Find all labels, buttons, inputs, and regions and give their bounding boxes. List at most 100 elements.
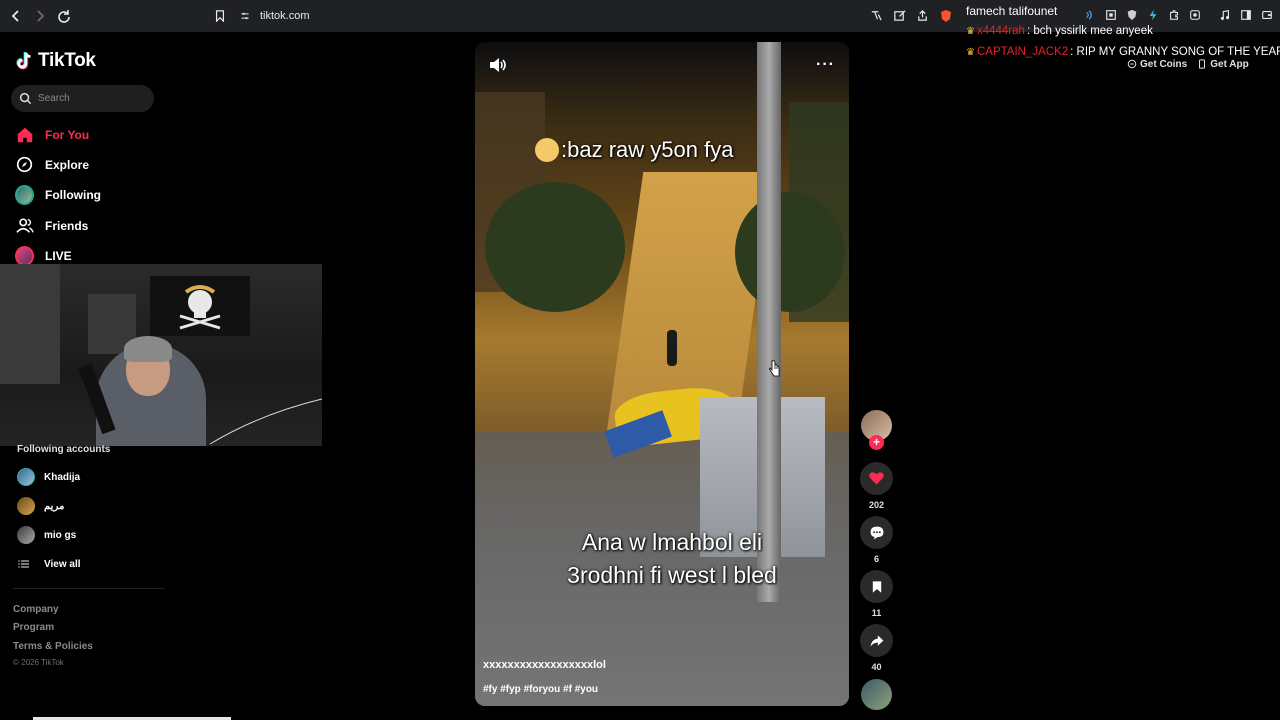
tiktok-note-icon [16, 52, 31, 70]
compass-icon [15, 155, 34, 174]
get-coins-label: Get Coins [1140, 58, 1188, 70]
music-disc[interactable] [861, 679, 892, 710]
video-player[interactable]: ··· :baz raw y5on fya Ana w lmahbol eli … [475, 42, 849, 706]
search-input[interactable]: Search [11, 85, 154, 112]
video-scene-pole [757, 42, 781, 602]
more-options-icon[interactable]: ··· [816, 56, 835, 74]
chat-username: x4444rah [976, 25, 1025, 37]
comment-count: 6 [873, 554, 879, 564]
share-icon[interactable] [916, 9, 929, 22]
get-app-label: Get App [1210, 58, 1249, 70]
share-arrow-icon [870, 634, 883, 647]
get-coins-button[interactable]: Get Coins [1127, 56, 1187, 72]
back-button[interactable] [6, 6, 26, 26]
puzzle-icon[interactable] [1168, 9, 1180, 21]
reload-button[interactable] [54, 6, 74, 26]
home-icon [15, 125, 34, 144]
hand-cursor-icon [769, 360, 780, 377]
list-icon [18, 560, 29, 568]
url-text: tiktok.com [260, 10, 310, 22]
tiktok-logo[interactable]: TikTok [16, 50, 96, 72]
video-caption-bottom: Ana w lmahbol eli 3rodhni fi west l bled [475, 526, 849, 592]
chat-message: famech talifounet [966, 4, 1057, 18]
comment-button[interactable] [860, 516, 893, 549]
view-all-label: View all [44, 558, 81, 570]
sidebar-item-label: Friends [45, 218, 89, 233]
edit-icon[interactable] [893, 9, 906, 22]
address-bar-actions [870, 9, 953, 23]
footer-link-company[interactable]: Company [13, 604, 59, 615]
chevron-right-icon [37, 10, 45, 22]
search-placeholder: Search [38, 93, 70, 104]
share-button[interactable] [860, 624, 893, 657]
webcam-cable [209, 398, 322, 445]
sidebar-item-label: LIVE [45, 248, 72, 263]
sidebar-item-explore[interactable]: Explore [15, 155, 89, 174]
crown-icon: ♛ [966, 25, 975, 37]
comment-icon [870, 526, 883, 539]
video-scene-tree [735, 192, 845, 312]
toolbar-right-icons [1219, 9, 1273, 21]
sidebar-toggle-icon[interactable] [1240, 9, 1252, 21]
save-count: 11 [871, 608, 882, 618]
like-button[interactable] [860, 462, 893, 495]
save-button[interactable] [860, 570, 893, 603]
friends-icon [15, 216, 34, 235]
video-caption-top-text: :baz raw y5on fya [561, 137, 734, 162]
bolt-extension-icon[interactable] [1147, 9, 1159, 21]
video-author-name[interactable]: xxxxxxxxxxxxxxxxxxlol [483, 659, 606, 671]
reload-icon [58, 10, 70, 23]
chevron-left-icon [11, 10, 19, 22]
avatar [17, 526, 35, 544]
music-icon[interactable] [1219, 9, 1231, 21]
follow-button[interactable]: + [869, 435, 884, 450]
site-info-icon[interactable] [240, 11, 250, 21]
wallet-icon[interactable] [1261, 9, 1273, 21]
divider [13, 588, 165, 589]
translate-icon[interactable] [870, 9, 883, 22]
video-scene-person [667, 330, 677, 366]
sidebar-item-for-you[interactable]: For You [15, 125, 89, 144]
header-actions: Get Coins Get App [1127, 56, 1272, 72]
coin-icon [1127, 59, 1137, 69]
account-item[interactable]: مريم [17, 497, 64, 515]
heart-icon [869, 472, 884, 485]
shield-extension-icon[interactable] [1126, 9, 1138, 21]
chat-message: ♛ x4444rah : bch yssirlk mee anyeek [966, 25, 1153, 37]
webcam-overlay [0, 264, 322, 446]
search-icon [19, 92, 32, 105]
bookmark-icon[interactable] [214, 10, 226, 22]
avatar [17, 468, 35, 486]
get-app-button[interactable]: Get App [1197, 56, 1249, 72]
account-item[interactable]: mio gs [17, 526, 76, 544]
sidebar-item-friends[interactable]: Friends [15, 216, 88, 235]
sidebar-item-label: Following [45, 187, 101, 202]
following-avatar [15, 184, 34, 205]
chat-message-text: : bch yssirlk mee anyeek [1026, 25, 1153, 37]
sidebar-item-live[interactable]: LIVE [15, 245, 72, 266]
footer-link-program[interactable]: Program [13, 622, 54, 633]
extension-icons [1084, 9, 1201, 21]
copyright: © 2026 TikTok [13, 658, 64, 667]
sidebar-item-following[interactable]: Following [15, 184, 101, 205]
avatar [17, 497, 35, 515]
wifi-extension-icon[interactable] [1084, 9, 1096, 21]
person-emoji-icon [535, 138, 559, 162]
media-icon[interactable] [1189, 9, 1201, 21]
forward-button[interactable] [30, 6, 50, 26]
video-caption-line: 3rodhni fi west l bled [567, 562, 777, 588]
chat-message-text: famech talifounet [966, 4, 1058, 18]
video-hashtags[interactable]: #fy #fyp #foryou #f #you [483, 684, 598, 695]
account-name: mio gs [44, 529, 77, 541]
video-caption-line: Ana w lmahbol eli [581, 529, 763, 555]
sound-icon[interactable] [488, 55, 508, 75]
view-all-button[interactable]: View all [17, 557, 81, 571]
extension-box-icon[interactable] [1105, 9, 1117, 21]
sidebar-item-label: For You [45, 127, 90, 142]
footer-link-terms[interactable]: Terms & Policies [13, 641, 93, 652]
following-accounts-title: Following accounts [17, 444, 111, 455]
account-item[interactable]: Khadija [17, 468, 80, 486]
video-caption-top: :baz raw y5on fya [535, 137, 733, 163]
bookmark-icon [872, 580, 881, 593]
brave-shield-icon[interactable] [939, 9, 953, 23]
